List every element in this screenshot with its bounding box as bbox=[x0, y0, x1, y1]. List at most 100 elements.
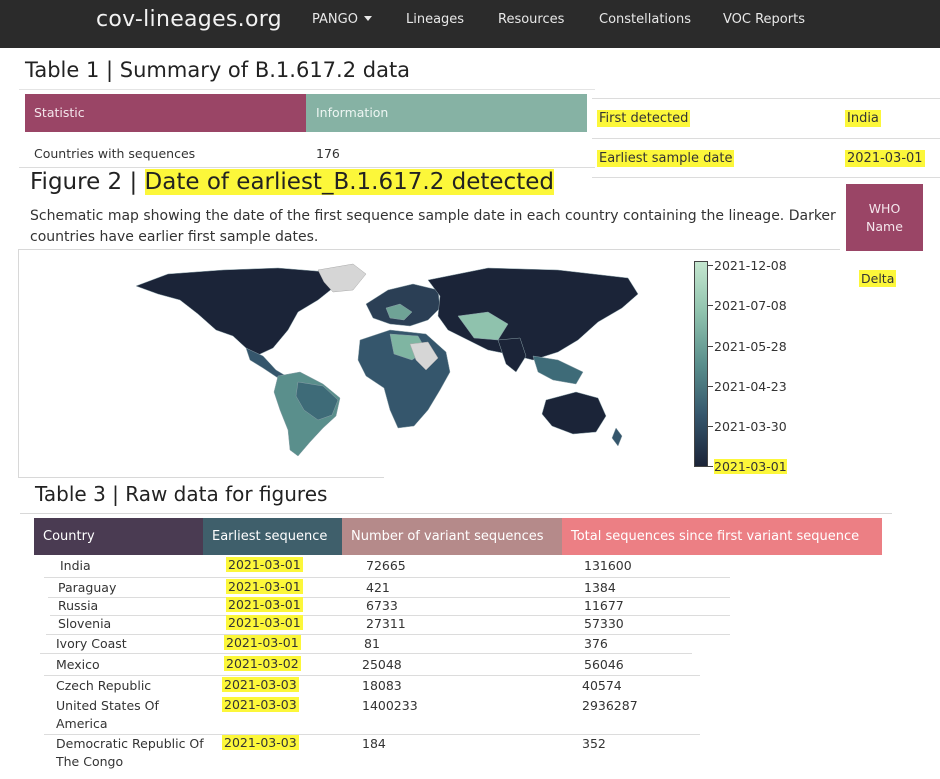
divider bbox=[46, 634, 730, 635]
table3-title: Table 3 | Raw data for figures bbox=[35, 482, 328, 506]
who-name-value: Delta bbox=[859, 270, 897, 287]
table3-cell-country: India bbox=[60, 558, 91, 573]
table3-cell-date: 2021-03-01 bbox=[226, 579, 303, 594]
divider bbox=[19, 167, 595, 168]
world-choropleth-map[interactable] bbox=[128, 260, 643, 460]
table3-cell-total: 57330 bbox=[584, 616, 624, 631]
earliest-sample-label: Earliest sample date bbox=[597, 150, 735, 167]
nav-resources-link[interactable]: Resources bbox=[498, 12, 564, 27]
table3-cell-date: 2021-03-03 bbox=[222, 735, 299, 750]
map-new-zealand bbox=[611, 427, 623, 447]
colorbar-tick bbox=[707, 466, 713, 467]
caret-down-icon bbox=[363, 16, 372, 21]
table3-cell-country: United States Of America bbox=[56, 698, 159, 731]
colorbar-label: 2021-12-08 bbox=[714, 258, 787, 273]
table3-cell-total: 2936287 bbox=[582, 698, 638, 713]
table3-cell-total: 56046 bbox=[584, 657, 624, 672]
colorbar-tick bbox=[707, 346, 713, 347]
table3-cell-variant: 25048 bbox=[362, 657, 402, 672]
figure2-title-highlight: Date of earliest_B.1.617.2 detected bbox=[144, 169, 554, 195]
divider bbox=[19, 89, 595, 90]
map-north-america bbox=[135, 267, 334, 356]
colorbar bbox=[694, 261, 708, 467]
divider bbox=[44, 675, 700, 676]
table1-cell-statistic: Countries with sequences bbox=[34, 146, 196, 161]
who-name-header: WHO Name bbox=[846, 184, 923, 251]
table3-cell-date: 2021-03-01 bbox=[226, 615, 303, 630]
table3-cell-date: 2021-03-02 bbox=[224, 656, 301, 671]
table3-cell-total: 376 bbox=[584, 636, 608, 651]
table3-cell-country: Czech Republic bbox=[56, 678, 152, 693]
table3-cell-date: 2021-03-03 bbox=[222, 697, 299, 712]
first-detected-label: First detected bbox=[597, 110, 691, 127]
map-australia bbox=[541, 391, 607, 435]
table3-header-earliest[interactable]: Earliest sequence bbox=[203, 518, 342, 555]
table3-cell-variant: 1400233 bbox=[362, 698, 418, 713]
table3-header-country[interactable]: Country bbox=[34, 518, 203, 555]
map-southeast-asia bbox=[532, 355, 584, 385]
table3-cell-total: 1384 bbox=[584, 580, 616, 595]
table3-cell-variant: 6733 bbox=[366, 598, 398, 613]
who-label-line1: WHO bbox=[868, 201, 901, 216]
table3-cell-variant: 72665 bbox=[366, 558, 406, 573]
nav-pango-dropdown[interactable]: PANGO bbox=[312, 12, 372, 27]
table3-cell-total: 352 bbox=[582, 736, 606, 751]
table3-cell-date: 2021-03-01 bbox=[226, 597, 303, 612]
map-asia bbox=[427, 267, 639, 361]
table3-cell-total: 131600 bbox=[584, 558, 632, 573]
figure2-title: Figure 2 | Date of earliest_B.1.617.2 de… bbox=[30, 169, 554, 195]
colorbar-tick bbox=[707, 426, 713, 427]
nav-voc-reports-link[interactable]: VOC Reports bbox=[723, 12, 805, 27]
table3-cell-variant: 421 bbox=[366, 580, 390, 595]
table3-cell-date: 2021-03-01 bbox=[226, 557, 303, 572]
figure-frame-left bbox=[18, 249, 19, 477]
nav-pango-label: PANGO bbox=[312, 12, 358, 27]
table1-header-information: Information bbox=[306, 94, 587, 132]
figure2-title-prefix: Figure 2 | bbox=[30, 169, 138, 195]
earliest-sample-value: 2021-03-01 bbox=[845, 150, 925, 167]
table3-cell-variant: 184 bbox=[362, 736, 386, 751]
figure-frame-bottom bbox=[18, 477, 384, 478]
map-india bbox=[497, 337, 527, 373]
map-central-america bbox=[245, 347, 287, 379]
table3-cell-country: Ivory Coast bbox=[56, 636, 127, 651]
table3-header-total[interactable]: Total sequences since first variant sequ… bbox=[562, 518, 882, 555]
colorbar-label: 2021-03-30 bbox=[714, 419, 787, 434]
colorbar-label: 2021-03-01 bbox=[714, 459, 787, 474]
who-label-line2: Name bbox=[866, 219, 903, 234]
divider bbox=[592, 98, 940, 99]
table3-cell-country: Slovenia bbox=[58, 616, 112, 631]
table3-cell-country: Paraguay bbox=[58, 580, 117, 595]
colorbar-tick bbox=[707, 265, 713, 266]
nav-constellations-link[interactable]: Constellations bbox=[599, 12, 691, 27]
divider bbox=[40, 653, 692, 654]
table3-cell-country: Mexico bbox=[56, 657, 100, 672]
divider bbox=[44, 577, 730, 578]
colorbar-label: 2021-07-08 bbox=[714, 298, 787, 313]
table3-cell-total: 11677 bbox=[584, 598, 624, 613]
figure-frame-top bbox=[18, 249, 840, 250]
table1-cell-value: 176 bbox=[316, 146, 340, 161]
figure2-description: Schematic map showing the date of the fi… bbox=[30, 208, 836, 245]
table3-cell-country: Democratic Republic Of The Congo bbox=[56, 736, 204, 769]
table3-cell-country: Russia bbox=[58, 598, 99, 613]
table3-cell-variant: 81 bbox=[364, 636, 380, 651]
table3-cell-variant: 27311 bbox=[366, 616, 406, 631]
divider bbox=[592, 138, 940, 139]
brand-logo-link[interactable]: cov-lineages.org bbox=[96, 7, 282, 32]
table1-title: Table 1 | Summary of B.1.617.2 data bbox=[25, 58, 411, 82]
colorbar-tick bbox=[707, 305, 713, 306]
table3-header-variant[interactable]: Number of variant sequences bbox=[342, 518, 562, 555]
table3-cell-variant: 18083 bbox=[362, 678, 402, 693]
colorbar-tick bbox=[707, 386, 713, 387]
colorbar-label: 2021-05-28 bbox=[714, 339, 787, 354]
table3-cell-date: 2021-03-03 bbox=[222, 677, 299, 692]
colorbar-label: 2021-04-23 bbox=[714, 379, 787, 394]
table3-cell-total: 40574 bbox=[582, 678, 622, 693]
nav-lineages-link[interactable]: Lineages bbox=[406, 12, 464, 27]
divider bbox=[592, 177, 940, 178]
table3-cell-date: 2021-03-01 bbox=[224, 635, 301, 650]
table1-header-statistic: Statistic bbox=[25, 94, 306, 132]
divider bbox=[20, 513, 892, 514]
first-detected-value: India bbox=[845, 110, 881, 127]
